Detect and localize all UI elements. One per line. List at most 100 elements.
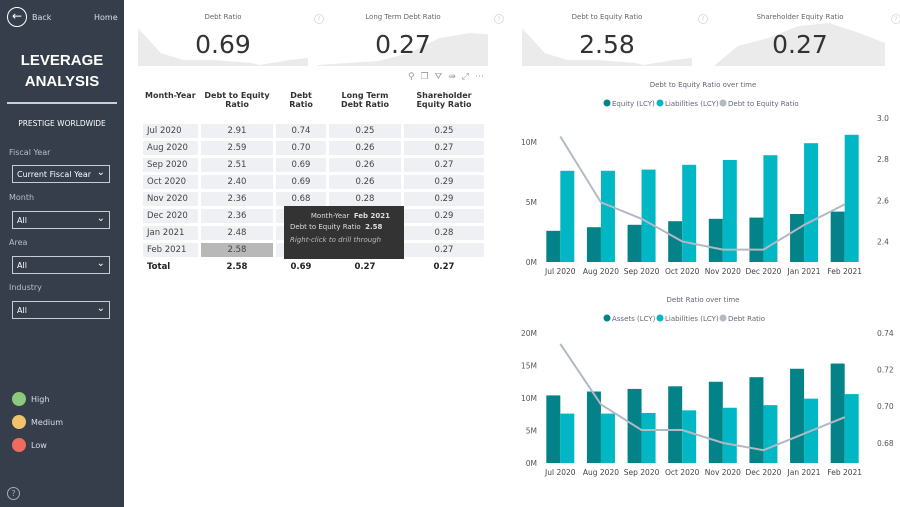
month-dropdown[interactable]: All ⌄ (12, 211, 110, 229)
home-button[interactable]: Home (94, 13, 118, 22)
table-cell[interactable]: 2.40 (201, 175, 273, 189)
y-tick-label: 10M (521, 138, 537, 147)
legend-marker (656, 314, 664, 322)
bar-1 (600, 413, 615, 463)
table-cell[interactable]: 0.26 (329, 141, 401, 155)
table-row[interactable]: Oct 2020 2.40 0.69 0.26 0.29 (143, 175, 484, 189)
table-row[interactable]: Aug 2020 2.59 0.70 0.26 0.27 (143, 141, 484, 155)
filter-icon[interactable]: ⛛ (435, 72, 449, 82)
sidebar: ← Back Home LEVERAGE ANALYSIS PRESTIGE WO… (0, 0, 124, 507)
legend-marker (603, 314, 611, 322)
table-row[interactable]: Sep 2020 2.51 0.69 0.26 0.27 (143, 158, 484, 172)
table-cell[interactable]: Feb 2021 (143, 243, 198, 257)
table-cell[interactable]: Oct 2020 (143, 175, 198, 189)
y2-tick-label: 3.0 (877, 114, 889, 123)
x-tick-label: Jan 2021 (787, 267, 821, 276)
bar-1 (763, 405, 778, 463)
table-cell[interactable]: 0.27 (404, 243, 484, 257)
table-cell[interactable]: 0.27 (404, 158, 484, 172)
help-icon[interactable]: ? (314, 14, 324, 24)
column-header[interactable]: Debt Ratio (276, 91, 326, 121)
table-cell[interactable]: 2.51 (201, 158, 273, 172)
table-row[interactable]: Jul 2020 2.91 0.74 0.25 0.25 (143, 124, 484, 138)
total-cell: 2.58 (226, 262, 248, 272)
back-button[interactable]: Back (32, 13, 51, 22)
kpi-card: Debt Ratio 0.69 (138, 8, 308, 66)
table-cell[interactable]: 0.25 (404, 124, 484, 138)
column-header[interactable]: Long Term Debt Ratio (329, 91, 401, 121)
total-cell: 0.27 (354, 262, 376, 272)
x-tick-label: Oct 2020 (665, 267, 700, 276)
table-cell[interactable]: 0.29 (404, 192, 484, 206)
table-cell[interactable]: 0.68 (276, 192, 326, 206)
y2-tick-label: 2.4 (877, 237, 889, 246)
table-cell[interactable]: 0.70 (276, 141, 326, 155)
x-tick-label: Jul 2020 (544, 267, 576, 276)
table-cell[interactable]: 0.74 (276, 124, 326, 138)
fiscal-year-dropdown[interactable]: Current Fiscal Year ⌄ (12, 165, 110, 183)
table-cell[interactable]: 0.26 (329, 175, 401, 189)
column-header[interactable]: Month-Year (143, 91, 198, 121)
legend-high: High (12, 392, 49, 406)
table-cell[interactable]: 2.48 (201, 226, 273, 240)
bar-1 (844, 134, 859, 262)
pin-icon[interactable]: ⚲ (408, 72, 421, 82)
total-row: Total 2.58 0.69 0.27 0.27 (143, 260, 484, 274)
table-cell[interactable]: 0.25 (329, 124, 401, 138)
table-cell[interactable]: Sep 2020 (143, 158, 198, 172)
kpi-title: Debt Ratio (204, 13, 242, 21)
chevron-down-icon: ⌄ (96, 213, 105, 224)
help-icon[interactable]: ? (891, 14, 900, 24)
column-header[interactable]: Debt to Equity Ratio (201, 91, 273, 121)
debt-ratio-chart: Debt Ratio over time Assets (LCY) Liabilit… (521, 296, 894, 477)
more-options-icon[interactable]: ⋯ (475, 72, 490, 82)
bar-1 (682, 164, 697, 262)
table-cell[interactable]: Aug 2020 (143, 141, 198, 155)
table-cell[interactable]: 0.69 (276, 158, 326, 172)
circle-icon (12, 415, 26, 429)
table-cell[interactable]: 2.91 (201, 124, 273, 138)
x-tick-label: Dec 2020 (745, 468, 781, 477)
kpi-title: Long Term Debt Ratio (365, 13, 441, 21)
filter-label: Industry (9, 283, 42, 292)
help-icon[interactable]: ? (7, 487, 20, 500)
table-cell[interactable]: 0.29 (404, 175, 484, 189)
x-tick-label: Nov 2020 (705, 468, 741, 477)
table-cell[interactable]: Dec 2020 (143, 209, 198, 223)
help-icon[interactable]: ? (494, 14, 504, 24)
debt-to-equity-chart: Debt to Equity Ratio over time Equity (LC… (521, 81, 889, 276)
focus-mode-icon[interactable]: ⤢ (462, 72, 475, 82)
x-tick-label: Nov 2020 (705, 267, 741, 276)
y-tick-label: 5M (526, 198, 537, 207)
kpi-value: 0.27 (375, 30, 431, 59)
visual-header-icons: ⚲❐⛛⇛⤢⋯ (408, 72, 490, 82)
table-cell[interactable]: Jan 2021 (143, 226, 198, 240)
kpi-card: Debt to Equity Ratio 2.58 (522, 8, 692, 66)
area-dropdown[interactable]: All ⌄ (12, 256, 110, 274)
table-cell[interactable]: 0.69 (276, 175, 326, 189)
back-arrow-icon[interactable]: ← (7, 7, 27, 27)
table-cell[interactable]: 0.26 (329, 158, 401, 172)
table-cell[interactable]: Nov 2020 (143, 192, 198, 206)
bar-0 (546, 230, 561, 262)
column-header[interactable]: Shareholder Equity Ratio (404, 91, 484, 121)
x-tick-label: Aug 2020 (583, 468, 619, 477)
kpi-value: 0.69 (195, 30, 251, 59)
table-cell[interactable]: Jul 2020 (143, 124, 198, 138)
help-icon[interactable]: ? (698, 14, 708, 24)
table-cell[interactable]: 2.36 (201, 192, 273, 206)
copy-icon[interactable]: ❐ (421, 72, 435, 82)
industry-dropdown[interactable]: All ⌄ (12, 301, 110, 319)
table-cell[interactable]: 2.58 (201, 243, 273, 257)
table-cell[interactable]: 0.29 (404, 209, 484, 223)
circle-icon (12, 392, 26, 406)
table-cell[interactable]: 0.27 (404, 141, 484, 155)
table-row[interactable]: Nov 2020 2.36 0.68 0.28 0.29 (143, 192, 484, 206)
table-cell[interactable]: 2.59 (201, 141, 273, 155)
chevron-down-icon: ⌄ (96, 303, 105, 314)
table-cell[interactable]: 0.28 (404, 226, 484, 240)
total-cell: 0.27 (433, 262, 455, 272)
table-cell[interactable]: 0.28 (329, 192, 401, 206)
table-cell[interactable]: 2.36 (201, 209, 273, 223)
drill-icon[interactable]: ⇛ (448, 72, 462, 82)
